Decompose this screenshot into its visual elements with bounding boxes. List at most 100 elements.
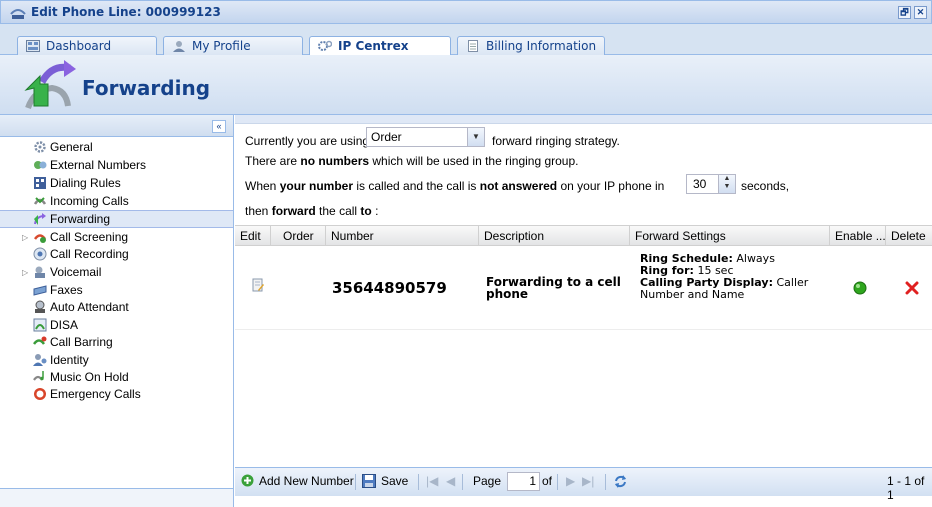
ring-group-sentence: There are no numbers which will be used … [245,154,579,168]
column-header-forward-settings[interactable]: Forward Settings [630,226,830,246]
then-mid: the call [315,204,361,218]
sidebar-item-label: Faxes [50,283,83,297]
user-icon [173,41,185,52]
sidebar-item-external-numbers[interactable]: External Numbers [0,157,233,175]
window-title: Edit Phone Line: 000999123 [31,5,221,19]
when-bold-2: not answered [479,179,558,193]
sidebar-item-label: Call Barring [50,335,113,349]
page-of-label: of [542,474,553,488]
then-post: : [371,204,379,218]
page-number-input[interactable]: 1 [507,472,540,491]
tab-billing-label: Billing Information [486,39,597,53]
grid-toolbar: Add New Number Save |◀ ◀ Page 1 of ▶ ▶| … [235,467,932,502]
no-answer-sentence: When your number is called and the call … [245,179,664,193]
sidebar-header: « [0,115,233,137]
sidebar-item-call-barring[interactable]: Call Barring [0,334,233,352]
toolbar-separator [462,474,463,490]
then-pre: then [245,204,272,218]
enabled-status-icon[interactable] [853,281,867,295]
call-barring-icon [33,336,47,345]
spinner-arrows-icon[interactable]: ▲ ▼ [718,175,735,193]
next-page-icon[interactable]: ▶ [566,474,575,488]
sidebar-item-forwarding[interactable]: Forwarding [0,210,233,228]
tab-ip-centrex[interactable]: IP Centrex [309,36,451,56]
dialing-rules-icon [34,177,46,189]
forward-number: 35644890579 [332,279,447,297]
sidebar-item-dialing-rules[interactable]: Dialing Rules [0,175,233,193]
page-title: Forwarding [82,76,211,100]
grid-header: Edit Order Number Description Forward Se… [235,225,932,246]
first-page-icon[interactable]: |◀ [426,474,438,488]
phone-line-icon [10,9,26,19]
close-button[interactable]: ✕ [914,6,927,19]
table-row[interactable]: 35644890579 Forwarding to a cell phone R… [235,246,932,330]
column-header-enable[interactable]: Enable ... [830,226,886,246]
previous-page-icon[interactable]: ◀ [446,474,455,488]
when-bold-1: your number [279,179,354,193]
tab-dashboard[interactable]: Dashboard [17,36,157,55]
restore-button[interactable]: 🗗 [898,6,911,19]
column-header-description[interactable]: Description [479,226,630,246]
sidebar-item-call-recording[interactable]: Call Recording [0,246,233,264]
forwarding-icon [34,213,46,225]
sidebar-item-label: General [50,140,93,154]
sidebar-item-label: External Numbers [50,158,147,172]
call-screening-icon [33,234,47,243]
sidebar-item-incoming-calls[interactable]: Incoming Calls [0,193,233,211]
ringing-strategy-select[interactable]: Order ▼ [366,127,485,147]
window-titlebar: Edit Phone Line: 000999123 🗗 ✕ [0,0,932,24]
save-button[interactable]: Save [362,474,408,488]
ring-group-pre: There are [245,154,301,168]
toolbar-separator [418,474,419,490]
seconds-spinner[interactable]: 30 ▲ ▼ [686,174,736,194]
delete-icon[interactable] [905,281,919,295]
ring-group-post: which will be used in the ringing group. [369,154,579,168]
sidebar-item-music-on-hold[interactable]: Music On Hold [0,369,233,387]
save-icon [362,474,376,488]
sidebar-footer [0,488,233,507]
voicemail-icon [35,266,45,278]
column-header-delete[interactable]: Delete [886,226,932,246]
sidebar-item-general[interactable]: General [0,139,233,157]
gears-icon [318,40,332,51]
add-new-number-button[interactable]: Add New Number [241,474,354,488]
expand-arrow-icon[interactable]: ▷ [22,264,28,281]
add-new-number-label: Add New Number [259,474,354,488]
sidebar-item-label: Music On Hold [50,370,129,384]
sidebar-item-label: Incoming Calls [50,194,129,208]
add-icon [241,474,254,487]
collapse-sidebar-button[interactable]: « [212,120,226,133]
auto-attendant-icon [35,300,45,313]
ring-schedule-value: Always [736,252,775,265]
column-header-number[interactable]: Number [326,226,479,246]
sidebar-item-voicemail[interactable]: ▷ Voicemail [0,264,233,282]
sidebar-item-disa[interactable]: DISA [0,317,233,335]
fax-icon [33,285,47,296]
sidebar-item-identity[interactable]: Identity [0,352,233,370]
sidebar-item-auto-attendant[interactable]: Auto Attendant [0,299,233,317]
sidebar-item-emergency-calls[interactable]: Emergency Calls [0,386,233,404]
edit-icon[interactable] [252,278,264,292]
tab-ip-centrex-label: IP Centrex [338,39,409,53]
sidebar-item-label: DISA [50,318,79,332]
tab-my-profile[interactable]: My Profile [163,36,303,55]
sidebar-item-label: Call Screening [50,230,129,244]
ringing-strategy-value: Order [371,130,402,144]
dashboard-icon [26,40,40,52]
sidebar-item-label: Auto Attendant [50,300,129,314]
last-page-icon[interactable]: ▶| [582,474,594,488]
refresh-icon[interactable] [613,474,628,489]
chevron-down-icon[interactable]: ▼ [467,128,484,146]
strategy-prefix: Currently you are using [245,134,370,148]
tab-billing-information[interactable]: Billing Information [457,36,605,55]
gear-icon [34,141,46,153]
sidebar-item-call-screening[interactable]: ▷ Call Screening [0,229,233,247]
music-icon [33,371,44,381]
column-header-edit[interactable]: Edit [235,226,271,246]
toolbar-separator [355,474,356,490]
emergency-icon [34,388,46,400]
sidebar-item-faxes[interactable]: Faxes [0,282,233,300]
expand-arrow-icon[interactable]: ▷ [22,229,28,246]
column-header-order[interactable]: Order [271,226,326,246]
sidebar-item-label: Call Recording [50,247,129,261]
